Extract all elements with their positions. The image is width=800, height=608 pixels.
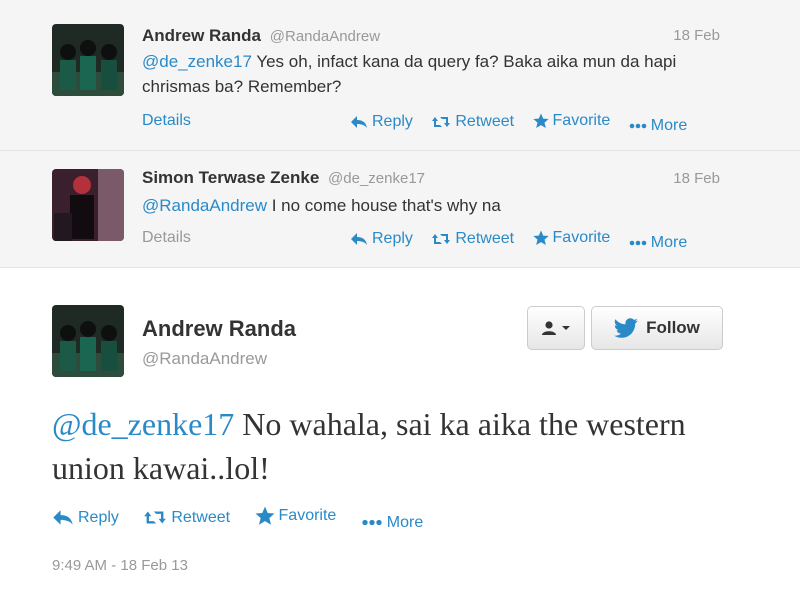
star-icon — [255, 506, 275, 525]
reply-button[interactable]: Reply — [350, 113, 413, 131]
reply-label: Reply — [78, 508, 119, 526]
reply-label: Reply — [372, 230, 413, 247]
retweet-icon — [432, 234, 451, 244]
favorite-label: Favorite — [552, 229, 611, 246]
main-author-name[interactable]: Andrew Randa — [142, 316, 296, 342]
avatar[interactable] — [52, 24, 124, 96]
favorite-button[interactable]: Favorite — [532, 112, 611, 130]
reply-tweet[interactable]: Simon Terwase Zenke @de_zenke17 18 Feb @… — [0, 151, 800, 268]
retweet-button[interactable]: Retweet — [143, 509, 230, 527]
mention-link[interactable]: @de_zenke17 — [52, 406, 234, 442]
tweet-date[interactable]: 18 Feb — [673, 170, 720, 187]
more-button[interactable]: More — [629, 117, 687, 135]
main-author-handle[interactable]: @RandaAndrew — [142, 349, 267, 369]
more-label: More — [650, 117, 688, 134]
user-icon — [542, 321, 556, 335]
reply-icon — [351, 233, 367, 245]
tweet-date[interactable]: 18 Feb — [673, 27, 720, 44]
reply-button[interactable]: Reply — [350, 230, 413, 248]
more-button[interactable]: More — [361, 514, 423, 532]
reply-tweet[interactable]: Andrew Randa @RandaAndrew 18 Feb @de_zen… — [0, 0, 800, 151]
favorite-label: Favorite — [278, 507, 337, 524]
star-icon — [532, 230, 549, 245]
mention-link[interactable]: @de_zenke17 — [142, 52, 252, 71]
details-link[interactable]: Details — [142, 112, 191, 130]
caret-down-icon — [562, 326, 570, 330]
retweet-label: Retweet — [455, 230, 515, 247]
reply-label: Reply — [372, 113, 413, 130]
author-name[interactable]: Simon Terwase Zenke — [142, 168, 319, 187]
retweet-icon — [432, 117, 451, 127]
favorite-label: Favorite — [552, 112, 611, 129]
follow-label: Follow — [646, 318, 700, 337]
favorite-button[interactable]: Favorite — [255, 506, 337, 526]
avatar[interactable] — [52, 169, 124, 241]
reply-icon — [53, 510, 73, 525]
more-label: More — [386, 513, 424, 531]
author-handle[interactable]: @RandaAndrew — [270, 28, 380, 45]
twitter-bird-icon — [614, 318, 639, 338]
retweet-label: Retweet — [455, 113, 515, 130]
favorite-button[interactable]: Favorite — [532, 229, 611, 247]
more-dots-icon — [362, 519, 382, 526]
more-button[interactable]: More — [629, 234, 687, 252]
reply-button[interactable]: Reply — [52, 509, 119, 527]
reply-icon — [351, 116, 367, 128]
tweet-body: I no come house that's why na — [267, 196, 501, 215]
main-avatar[interactable] — [52, 305, 124, 377]
author-name[interactable]: Andrew Randa — [142, 26, 261, 45]
retweet-label: Retweet — [171, 508, 231, 526]
star-icon — [532, 113, 549, 128]
more-dots-icon — [629, 240, 647, 246]
tweet-timestamp[interactable]: 9:49 AM - 18 Feb 13 — [52, 557, 188, 574]
more-label: More — [650, 234, 688, 251]
details-link[interactable]: Details — [142, 229, 191, 247]
tweet-text: @de_zenke17 Yes oh, infact kana da query… — [142, 49, 702, 99]
retweet-button[interactable]: Retweet — [431, 230, 514, 248]
author-handle[interactable]: @de_zenke17 — [328, 170, 425, 187]
retweet-button[interactable]: Retweet — [431, 113, 514, 131]
main-tweet-text: @de_zenke17 No wahala, sai ka aika the w… — [52, 402, 752, 490]
user-actions-button[interactable] — [527, 306, 585, 350]
tweet-text: @RandaAndrew I no come house that's why … — [142, 193, 702, 218]
follow-button[interactable]: Follow — [591, 306, 723, 350]
retweet-icon — [144, 511, 167, 524]
mention-link[interactable]: @RandaAndrew — [142, 196, 267, 215]
more-dots-icon — [629, 123, 647, 129]
